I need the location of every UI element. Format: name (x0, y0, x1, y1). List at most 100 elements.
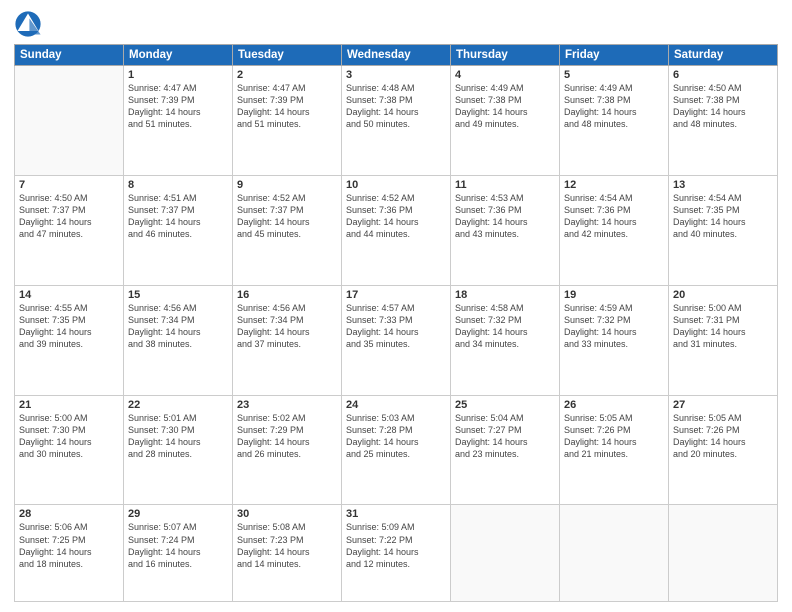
day-number: 15 (128, 289, 228, 301)
calendar-cell: 23Sunrise: 5:02 AM Sunset: 7:29 PM Dayli… (233, 395, 342, 505)
calendar-cell: 20Sunrise: 5:00 AM Sunset: 7:31 PM Dayli… (669, 285, 778, 395)
calendar: SundayMondayTuesdayWednesdayThursdayFrid… (14, 44, 778, 602)
week-row-4: 28Sunrise: 5:06 AM Sunset: 7:25 PM Dayli… (15, 505, 778, 602)
day-info: Sunrise: 4:56 AM Sunset: 7:34 PM Dayligh… (237, 302, 337, 351)
week-row-3: 21Sunrise: 5:00 AM Sunset: 7:30 PM Dayli… (15, 395, 778, 505)
day-number: 20 (673, 289, 773, 301)
weekday-header-sunday: Sunday (15, 45, 124, 66)
calendar-cell: 15Sunrise: 4:56 AM Sunset: 7:34 PM Dayli… (124, 285, 233, 395)
week-row-2: 14Sunrise: 4:55 AM Sunset: 7:35 PM Dayli… (15, 285, 778, 395)
day-number: 19 (564, 289, 664, 301)
weekday-header-saturday: Saturday (669, 45, 778, 66)
day-number: 6 (673, 69, 773, 81)
calendar-cell: 5Sunrise: 4:49 AM Sunset: 7:38 PM Daylig… (560, 66, 669, 176)
calendar-cell (15, 66, 124, 176)
header (14, 10, 778, 38)
calendar-cell: 17Sunrise: 4:57 AM Sunset: 7:33 PM Dayli… (342, 285, 451, 395)
day-number: 12 (564, 179, 664, 191)
day-number: 21 (19, 399, 119, 411)
calendar-cell: 18Sunrise: 4:58 AM Sunset: 7:32 PM Dayli… (451, 285, 560, 395)
day-info: Sunrise: 4:49 AM Sunset: 7:38 PM Dayligh… (564, 82, 664, 131)
weekday-header-thursday: Thursday (451, 45, 560, 66)
calendar-cell: 8Sunrise: 4:51 AM Sunset: 7:37 PM Daylig… (124, 175, 233, 285)
day-info: Sunrise: 5:08 AM Sunset: 7:23 PM Dayligh… (237, 521, 337, 570)
day-info: Sunrise: 5:00 AM Sunset: 7:30 PM Dayligh… (19, 412, 119, 461)
weekday-header-friday: Friday (560, 45, 669, 66)
calendar-cell: 28Sunrise: 5:06 AM Sunset: 7:25 PM Dayli… (15, 505, 124, 602)
calendar-cell: 12Sunrise: 4:54 AM Sunset: 7:36 PM Dayli… (560, 175, 669, 285)
day-info: Sunrise: 4:55 AM Sunset: 7:35 PM Dayligh… (19, 302, 119, 351)
calendar-cell: 4Sunrise: 4:49 AM Sunset: 7:38 PM Daylig… (451, 66, 560, 176)
calendar-cell: 2Sunrise: 4:47 AM Sunset: 7:39 PM Daylig… (233, 66, 342, 176)
day-info: Sunrise: 5:07 AM Sunset: 7:24 PM Dayligh… (128, 521, 228, 570)
day-info: Sunrise: 4:56 AM Sunset: 7:34 PM Dayligh… (128, 302, 228, 351)
logo-icon (14, 10, 42, 38)
day-info: Sunrise: 4:49 AM Sunset: 7:38 PM Dayligh… (455, 82, 555, 131)
calendar-cell: 27Sunrise: 5:05 AM Sunset: 7:26 PM Dayli… (669, 395, 778, 505)
day-info: Sunrise: 5:02 AM Sunset: 7:29 PM Dayligh… (237, 412, 337, 461)
day-number: 13 (673, 179, 773, 191)
day-number: 17 (346, 289, 446, 301)
weekday-header-tuesday: Tuesday (233, 45, 342, 66)
calendar-cell: 1Sunrise: 4:47 AM Sunset: 7:39 PM Daylig… (124, 66, 233, 176)
day-number: 26 (564, 399, 664, 411)
calendar-cell: 6Sunrise: 4:50 AM Sunset: 7:38 PM Daylig… (669, 66, 778, 176)
day-number: 28 (19, 508, 119, 520)
day-number: 24 (346, 399, 446, 411)
day-info: Sunrise: 5:06 AM Sunset: 7:25 PM Dayligh… (19, 521, 119, 570)
day-info: Sunrise: 4:50 AM Sunset: 7:38 PM Dayligh… (673, 82, 773, 131)
day-number: 4 (455, 69, 555, 81)
logo (14, 10, 45, 38)
day-info: Sunrise: 4:47 AM Sunset: 7:39 PM Dayligh… (237, 82, 337, 131)
day-number: 8 (128, 179, 228, 191)
calendar-cell: 24Sunrise: 5:03 AM Sunset: 7:28 PM Dayli… (342, 395, 451, 505)
calendar-cell: 19Sunrise: 4:59 AM Sunset: 7:32 PM Dayli… (560, 285, 669, 395)
weekday-header-row: SundayMondayTuesdayWednesdayThursdayFrid… (15, 45, 778, 66)
day-info: Sunrise: 4:54 AM Sunset: 7:35 PM Dayligh… (673, 192, 773, 241)
day-number: 29 (128, 508, 228, 520)
calendar-cell (669, 505, 778, 602)
day-number: 2 (237, 69, 337, 81)
day-info: Sunrise: 4:57 AM Sunset: 7:33 PM Dayligh… (346, 302, 446, 351)
day-info: Sunrise: 4:48 AM Sunset: 7:38 PM Dayligh… (346, 82, 446, 131)
day-info: Sunrise: 4:54 AM Sunset: 7:36 PM Dayligh… (564, 192, 664, 241)
day-number: 1 (128, 69, 228, 81)
calendar-cell (560, 505, 669, 602)
day-info: Sunrise: 4:52 AM Sunset: 7:37 PM Dayligh… (237, 192, 337, 241)
day-number: 5 (564, 69, 664, 81)
calendar-cell (451, 505, 560, 602)
day-number: 23 (237, 399, 337, 411)
calendar-cell: 22Sunrise: 5:01 AM Sunset: 7:30 PM Dayli… (124, 395, 233, 505)
day-info: Sunrise: 5:03 AM Sunset: 7:28 PM Dayligh… (346, 412, 446, 461)
day-info: Sunrise: 5:09 AM Sunset: 7:22 PM Dayligh… (346, 521, 446, 570)
calendar-cell: 30Sunrise: 5:08 AM Sunset: 7:23 PM Dayli… (233, 505, 342, 602)
day-info: Sunrise: 5:00 AM Sunset: 7:31 PM Dayligh… (673, 302, 773, 351)
weekday-header-monday: Monday (124, 45, 233, 66)
calendar-cell: 14Sunrise: 4:55 AM Sunset: 7:35 PM Dayli… (15, 285, 124, 395)
week-row-1: 7Sunrise: 4:50 AM Sunset: 7:37 PM Daylig… (15, 175, 778, 285)
calendar-cell: 21Sunrise: 5:00 AM Sunset: 7:30 PM Dayli… (15, 395, 124, 505)
day-number: 9 (237, 179, 337, 191)
day-info: Sunrise: 4:58 AM Sunset: 7:32 PM Dayligh… (455, 302, 555, 351)
day-number: 30 (237, 508, 337, 520)
week-row-0: 1 Sunrise: 4:47 AM Sunset: 7:39 PM Daylig… (15, 66, 778, 176)
day-number: 14 (19, 289, 119, 301)
day-number: 11 (455, 179, 555, 191)
calendar-cell: 31Sunrise: 5:09 AM Sunset: 7:22 PM Dayli… (342, 505, 451, 602)
calendar-cell: 16Sunrise: 4:56 AM Sunset: 7:34 PM Dayli… (233, 285, 342, 395)
day-info: Sunrise: 4:50 AM Sunset: 7:37 PM Dayligh… (19, 192, 119, 241)
day-info: Sunrise: 4:53 AM Sunset: 7:36 PM Dayligh… (455, 192, 555, 241)
calendar-cell: 11Sunrise: 4:53 AM Sunset: 7:36 PM Dayli… (451, 175, 560, 285)
calendar-cell: 3Sunrise: 4:48 AM Sunset: 7:38 PM Daylig… (342, 66, 451, 176)
day-number: 18 (455, 289, 555, 301)
day-number: 3 (346, 69, 446, 81)
calendar-cell: 9Sunrise: 4:52 AM Sunset: 7:37 PM Daylig… (233, 175, 342, 285)
day-info: Sunrise: 4:59 AM Sunset: 7:32 PM Dayligh… (564, 302, 664, 351)
day-number: 25 (455, 399, 555, 411)
calendar-cell: 13Sunrise: 4:54 AM Sunset: 7:35 PM Dayli… (669, 175, 778, 285)
page: SundayMondayTuesdayWednesdayThursdayFrid… (0, 0, 792, 612)
day-number: 27 (673, 399, 773, 411)
calendar-cell: 29Sunrise: 5:07 AM Sunset: 7:24 PM Dayli… (124, 505, 233, 602)
calendar-cell: 7Sunrise: 4:50 AM Sunset: 7:37 PM Daylig… (15, 175, 124, 285)
weekday-header-wednesday: Wednesday (342, 45, 451, 66)
